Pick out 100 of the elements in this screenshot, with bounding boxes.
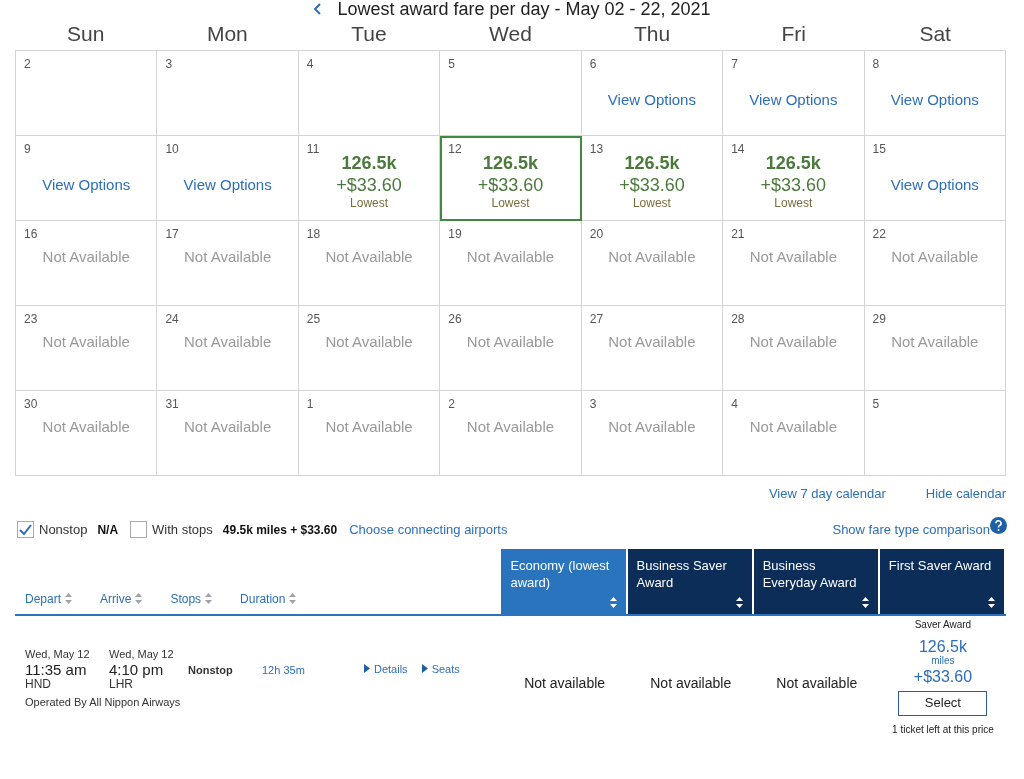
calendar-day[interactable]: 12 126.5k +$33.60 Lowest [440, 136, 582, 221]
sort-icon [988, 596, 996, 608]
duration-text: 12h 35m [262, 662, 306, 678]
calendar-day[interactable]: 7 View Options [723, 51, 865, 136]
fare-tax: +$33.60 [913, 666, 973, 687]
calendar-day[interactable]: 8 View Options [864, 51, 1006, 136]
view-options-link[interactable]: View Options [890, 174, 979, 197]
calendar-link[interactable]: Hide calendar [925, 484, 1006, 504]
weekday-header: Fri [780, 21, 807, 48]
tickets-left-text: 1 ticket left at this price [892, 722, 994, 737]
not-available-text: Not Available [608, 417, 696, 437]
fare-column-header[interactable]: Business Everyday Award [753, 548, 879, 614]
view-options-link[interactable]: View Options [42, 174, 131, 197]
calendar-day[interactable]: 15 View Options [864, 136, 1006, 221]
flight-link[interactable]: Details [364, 660, 408, 677]
lowest-label: Lowest [632, 196, 671, 210]
view-options-link[interactable]: View Options [749, 89, 838, 112]
operator-text: Operated By All Nippon Airways [25, 695, 182, 710]
calendar-day[interactable]: 11 126.5k +$33.60 Lowest [298, 136, 441, 221]
depart-time: 11:35 am [25, 662, 88, 678]
sort-header[interactable]: Arrive [100, 589, 143, 608]
not-available-text: Not Available [325, 247, 413, 267]
fare-tax: +$33.60 [619, 174, 685, 196]
lowest-label: Lowest [491, 196, 530, 210]
filter-label: With stops [152, 520, 213, 539]
day-number: 9 [24, 141, 31, 158]
calendar-day[interactable]: 6 View Options [581, 51, 724, 136]
fare-type-label: Saver Award [914, 617, 972, 632]
connecting-airports-link[interactable]: Choose connecting airports [349, 519, 508, 540]
day-number: 3 [589, 396, 597, 413]
day-number: 7 [731, 56, 738, 73]
day-number: 13 [589, 141, 604, 158]
day-number: 15 [872, 141, 886, 158]
day-number: 17 [165, 226, 179, 243]
weekday-header: Mon [205, 21, 249, 48]
weekday-header: Wed [488, 21, 533, 48]
day-number: 3 [165, 56, 173, 73]
day-number: 21 [731, 226, 745, 243]
view-options-link[interactable]: View Options [607, 89, 696, 112]
calendar-link[interactable]: View 7 day calendar [768, 484, 886, 504]
filter-price: N/A [97, 521, 119, 539]
day-number: 5 [872, 396, 880, 413]
day-number: 24 [165, 311, 179, 328]
sort-header[interactable]: Depart [25, 589, 73, 608]
day-number: 20 [589, 226, 604, 243]
day-number: 31 [165, 396, 179, 413]
calendar-day[interactable]: 13 126.5k +$33.60 Lowest [581, 136, 724, 221]
weekday-header: Thu [632, 21, 672, 48]
not-available-text: Not Available [749, 332, 837, 352]
help-icon[interactable] [990, 517, 1007, 534]
day-number: 18 [306, 226, 321, 243]
fare-comparison-link[interactable]: Show fare type comparison [832, 519, 990, 540]
fare-column-header[interactable]: Business Saver Award [627, 548, 753, 614]
weekday-header: Tue [350, 21, 388, 48]
lowest-label: Lowest [350, 196, 389, 210]
day-number: 14 [731, 141, 745, 158]
stops-text: Nonstop [188, 662, 234, 678]
sort-header[interactable]: Duration [240, 589, 297, 608]
chevron-left-icon[interactable] [313, 3, 322, 15]
select-button[interactable]: Select [898, 690, 988, 716]
not-available-text: Not Available [325, 417, 413, 437]
day-number: 27 [589, 311, 604, 328]
calendar-day[interactable]: 9 View Options [16, 136, 158, 221]
fare-column-header[interactable]: First Saver Award [879, 548, 1005, 614]
sort-icon [610, 596, 618, 608]
sort-header[interactable]: Stops [170, 589, 213, 608]
checkbox[interactable] [17, 521, 34, 538]
day-number: 8 [872, 56, 880, 73]
not-available-text: Not available [524, 673, 606, 693]
fare-column-header[interactable]: Economy (lowest award) [501, 548, 627, 614]
arrive-time: 4:10 pm [109, 662, 165, 678]
day-number: 30 [24, 396, 38, 413]
fare-miles: 126.5k [341, 152, 397, 174]
not-available-text: Not Available [608, 332, 696, 352]
not-available-text: Not Available [749, 417, 837, 437]
not-available-text: Not Available [466, 247, 555, 267]
view-options-link[interactable]: View Options [183, 174, 272, 197]
weekday-header: Sat [918, 21, 952, 48]
calendar-day[interactable]: 14 126.5k +$33.60 Lowest [723, 136, 865, 221]
fare-tax: +$33.60 [477, 174, 544, 196]
not-available-text: Not Available [42, 247, 130, 267]
day-number: 29 [872, 311, 886, 328]
flight-link[interactable]: Seats [421, 660, 460, 677]
day-number: 4 [731, 396, 738, 413]
view-options-link[interactable]: View Options [890, 89, 979, 112]
weekday-header: Sun [66, 21, 106, 48]
filter-price: 49.5k miles + $33.60 [222, 521, 338, 539]
not-available-text: Not Available [749, 247, 837, 267]
day-number: 23 [24, 311, 38, 328]
sort-icon [205, 593, 213, 604]
depart-date: Wed, May 12 [25, 646, 91, 662]
not-available-text: Not Available [42, 417, 130, 437]
not-available-text: Not Available [184, 417, 272, 437]
lowest-label: Lowest [774, 196, 813, 210]
calendar-title: Lowest award fare per day - May 02 - 22, 2021 [337, 0, 711, 18]
calendar-day[interactable]: 10 View Options [157, 136, 299, 221]
checkbox[interactable] [130, 521, 148, 538]
not-available-text: Not available [776, 673, 858, 693]
sort-icon [135, 593, 143, 604]
not-available-text: Not Available [891, 332, 979, 352]
